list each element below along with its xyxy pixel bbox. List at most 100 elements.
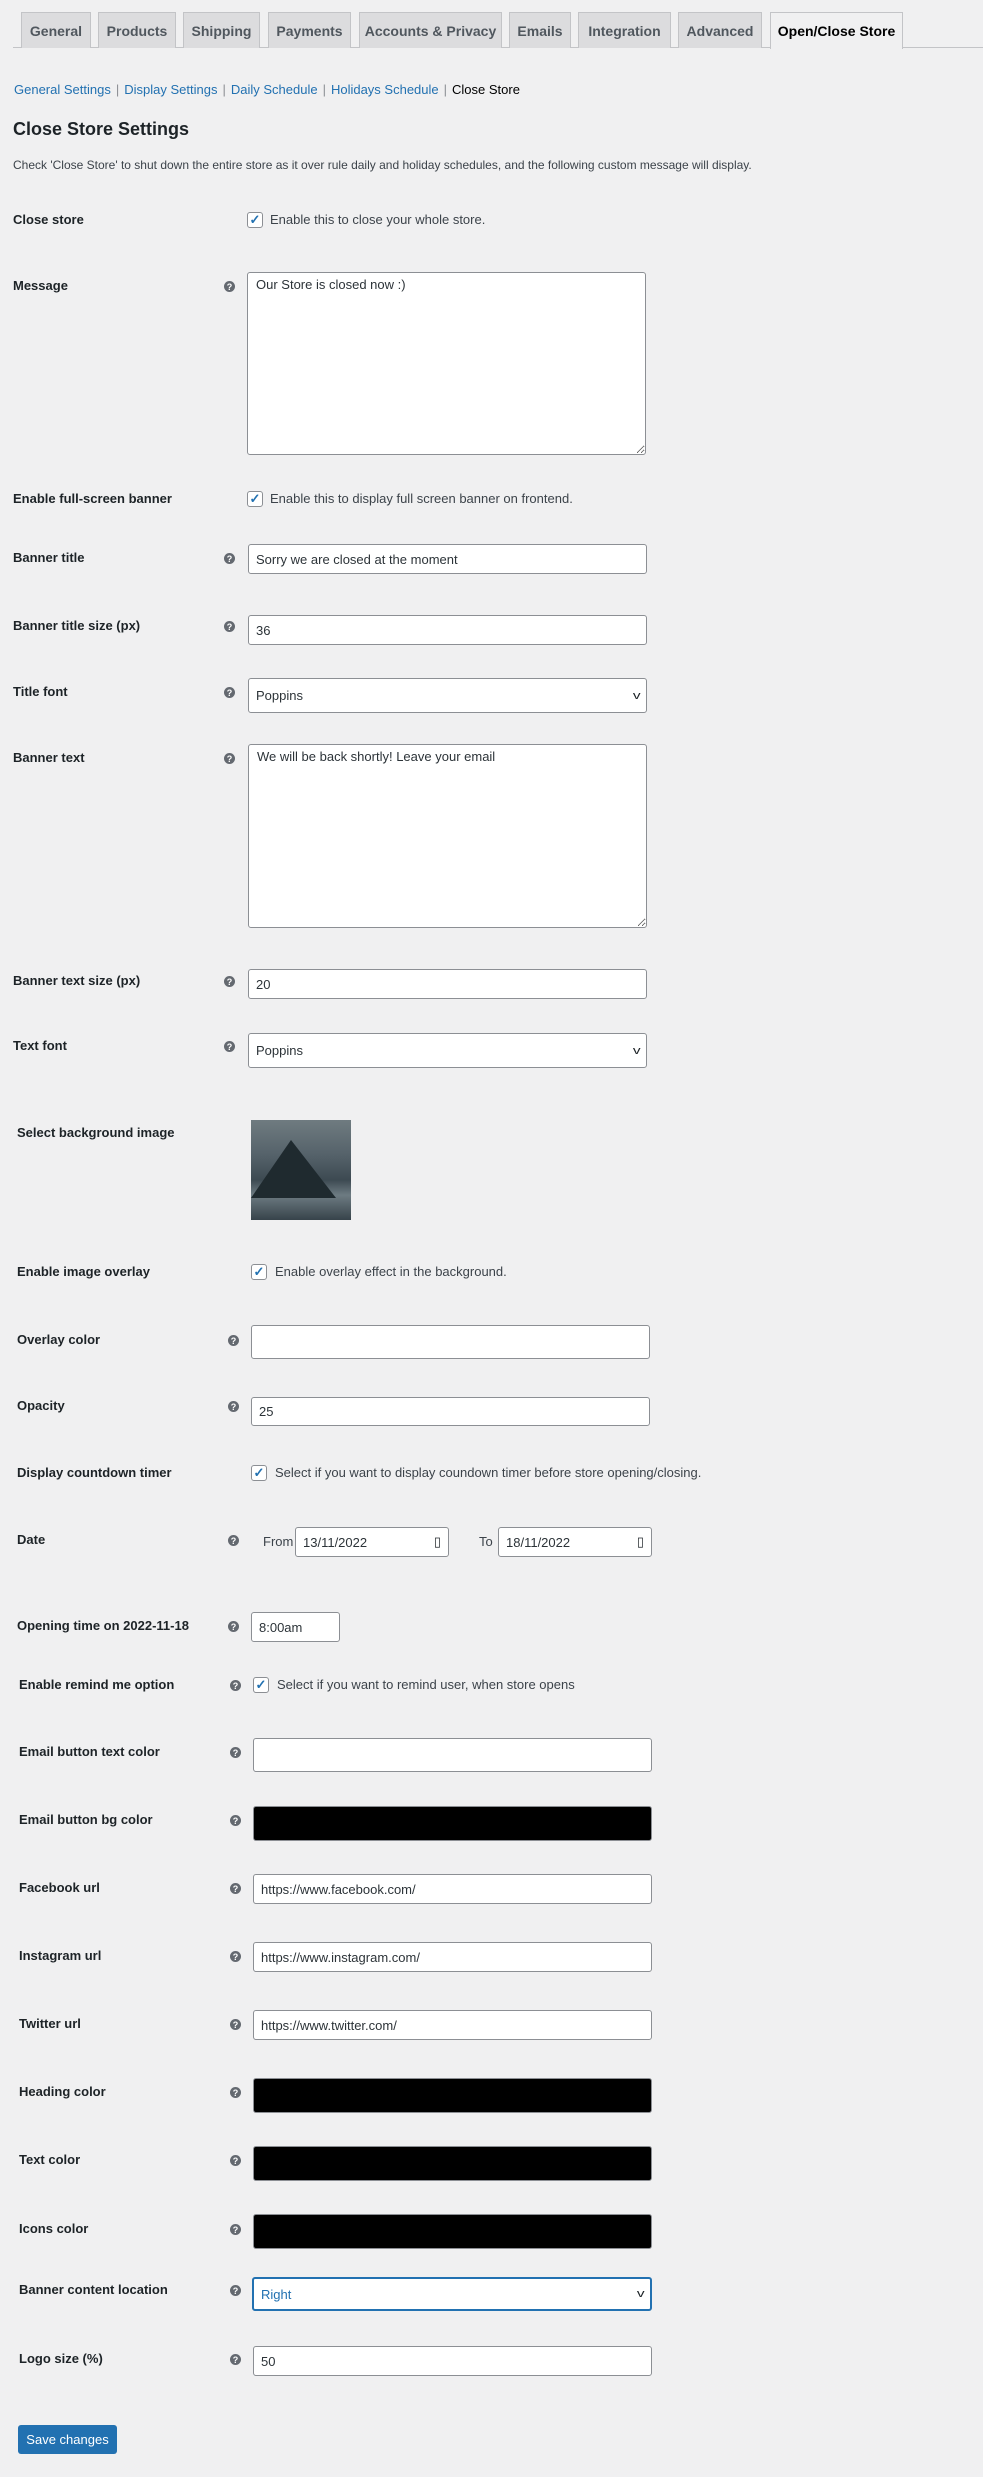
tab-integration[interactable]: Integration xyxy=(578,12,671,48)
close-store-checkbox[interactable]: ✓ xyxy=(247,212,263,228)
help-icon[interactable]: ? xyxy=(228,1535,239,1546)
background-image-label: Select background image xyxy=(17,1125,175,1140)
close-store-label: Close store xyxy=(13,212,84,227)
tab-advanced[interactable]: Advanced xyxy=(678,12,762,48)
date-to-input[interactable]: 18/11/2022 ▯ xyxy=(498,1527,652,1557)
opening-time-input[interactable]: 8:00am xyxy=(251,1612,340,1642)
calendar-icon[interactable]: ▯ xyxy=(637,1534,644,1550)
date-label: Date xyxy=(17,1532,46,1547)
date-to-value: 18/11/2022 xyxy=(506,1534,571,1550)
date-from-label: From xyxy=(263,1534,294,1549)
chevron-down-icon: v xyxy=(632,689,641,702)
help-icon[interactable]: ? xyxy=(228,1621,239,1632)
tab-open-close-store[interactable]: Open/Close Store xyxy=(770,12,903,49)
help-icon[interactable]: ? xyxy=(228,1401,239,1412)
remind-me-checkbox[interactable]: ✓ xyxy=(253,1677,269,1693)
help-icon[interactable]: ? xyxy=(224,281,235,292)
help-icon[interactable]: ? xyxy=(230,1883,241,1894)
email-bg-color-label: Email button bg color xyxy=(19,1812,153,1827)
help-icon[interactable]: ? xyxy=(228,1335,239,1346)
title-font-select[interactable]: Poppins v xyxy=(248,678,647,713)
sub-navigation: General Settings | Display Settings | Daily … xyxy=(14,82,520,97)
opacity-label: Opacity xyxy=(17,1398,65,1413)
tab-emails[interactable]: Emails xyxy=(509,12,571,48)
help-icon[interactable]: ? xyxy=(224,1041,235,1052)
save-changes-button[interactable]: Save changes xyxy=(18,2425,117,2454)
countdown-checkbox[interactable]: ✓ xyxy=(251,1465,267,1481)
countdown-text: Select if you want to display coundown t… xyxy=(275,1465,702,1480)
overlay-color-label: Overlay color xyxy=(17,1332,101,1347)
subnav-holidays-schedule[interactable]: Holidays Schedule xyxy=(331,82,439,97)
help-icon[interactable]: ? xyxy=(230,1951,241,1962)
help-icon[interactable]: ? xyxy=(230,2224,241,2235)
tab-general[interactable]: General xyxy=(21,12,91,48)
opacity-input[interactable]: 25 xyxy=(251,1397,650,1426)
image-overlay-checkbox[interactable]: ✓ xyxy=(251,1264,267,1280)
twitter-url-input[interactable]: https://www.twitter.com/ xyxy=(253,2010,652,2040)
banner-text-textarea[interactable]: We will be back shortly! Leave your emai… xyxy=(248,744,647,928)
countdown-label: Display countdown timer xyxy=(17,1465,172,1480)
fullscreen-banner-checkbox[interactable]: ✓ xyxy=(247,491,263,507)
logo-size-input[interactable]: 50 xyxy=(253,2346,652,2376)
logo-size-label: Logo size (%) xyxy=(19,2351,103,2366)
date-from-input[interactable]: 13/11/2022 ▯ xyxy=(295,1527,449,1557)
background-image-thumbnail[interactable] xyxy=(251,1120,351,1220)
subnav-general-settings[interactable]: General Settings xyxy=(14,82,111,97)
icons-color-input[interactable] xyxy=(253,2214,652,2249)
tab-products[interactable]: Products xyxy=(98,12,176,48)
title-font-label: Title font xyxy=(13,684,68,699)
banner-title-input[interactable]: Sorry we are closed at the moment xyxy=(248,544,647,574)
image-overlay-label: Enable image overlay xyxy=(17,1264,150,1279)
help-icon[interactable]: ? xyxy=(224,687,235,698)
remind-me-text: Select if you want to remind user, when … xyxy=(277,1677,575,1692)
date-from-value: 13/11/2022 xyxy=(303,1534,368,1550)
banner-text-size-label: Banner text size (px) xyxy=(13,973,141,988)
help-icon[interactable]: ? xyxy=(230,2285,241,2296)
banner-title-label: Banner title xyxy=(13,550,85,565)
facebook-url-input[interactable]: https://www.facebook.com/ xyxy=(253,1874,652,1904)
calendar-icon[interactable]: ▯ xyxy=(434,1534,441,1550)
message-label: Message xyxy=(13,278,68,293)
instagram-url-label: Instagram url xyxy=(19,1948,102,1963)
help-icon[interactable]: ? xyxy=(224,621,235,632)
text-font-label: Text font xyxy=(13,1038,67,1053)
instagram-url-input[interactable]: https://www.instagram.com/ xyxy=(253,1942,652,1972)
icons-color-label: Icons color xyxy=(19,2221,89,2236)
banner-location-label: Banner content location xyxy=(19,2282,168,2297)
help-icon[interactable]: ? xyxy=(224,976,235,987)
help-icon[interactable]: ? xyxy=(230,1680,241,1691)
message-textarea[interactable]: Our Store is closed now :) xyxy=(247,272,646,455)
text-font-value: Poppins xyxy=(256,1043,303,1058)
close-store-text: Enable this to close your whole store. xyxy=(270,212,486,227)
image-overlay-text: Enable overlay effect in the background. xyxy=(275,1264,507,1279)
subnav-display-settings[interactable]: Display Settings xyxy=(124,82,217,97)
help-icon[interactable]: ? xyxy=(230,1747,241,1758)
help-icon[interactable]: ? xyxy=(230,2087,241,2098)
email-text-color-label: Email button text color xyxy=(19,1744,160,1759)
banner-location-select[interactable]: Right v xyxy=(252,2277,652,2311)
help-icon[interactable]: ? xyxy=(224,753,235,764)
banner-text-label: Banner text xyxy=(13,750,85,765)
text-color-input[interactable] xyxy=(253,2146,652,2181)
fullscreen-banner-label: Enable full-screen banner xyxy=(13,491,172,506)
subnav-daily-schedule[interactable]: Daily Schedule xyxy=(231,82,318,97)
chevron-down-icon: v xyxy=(632,1044,641,1057)
help-icon[interactable]: ? xyxy=(224,553,235,564)
date-to-label: To xyxy=(479,1534,493,1549)
help-icon[interactable]: ? xyxy=(230,2155,241,2166)
help-icon[interactable]: ? xyxy=(230,2019,241,2030)
banner-title-size-input[interactable]: 36 xyxy=(248,615,647,645)
help-icon[interactable]: ? xyxy=(230,1815,241,1826)
heading-color-input[interactable] xyxy=(253,2078,652,2113)
text-font-select[interactable]: Poppins v xyxy=(248,1033,647,1068)
tab-shipping[interactable]: Shipping xyxy=(183,12,260,48)
email-bg-color-input[interactable] xyxy=(253,1806,652,1841)
title-font-value: Poppins xyxy=(256,688,303,703)
tab-payments[interactable]: Payments xyxy=(268,12,351,48)
email-text-color-input[interactable] xyxy=(253,1738,652,1772)
overlay-color-input[interactable] xyxy=(251,1325,650,1359)
help-icon[interactable]: ? xyxy=(230,2354,241,2365)
tab-accounts-privacy[interactable]: Accounts & Privacy xyxy=(359,12,502,48)
banner-location-value: Right xyxy=(261,2286,292,2302)
banner-text-size-input[interactable]: 20 xyxy=(248,969,647,999)
